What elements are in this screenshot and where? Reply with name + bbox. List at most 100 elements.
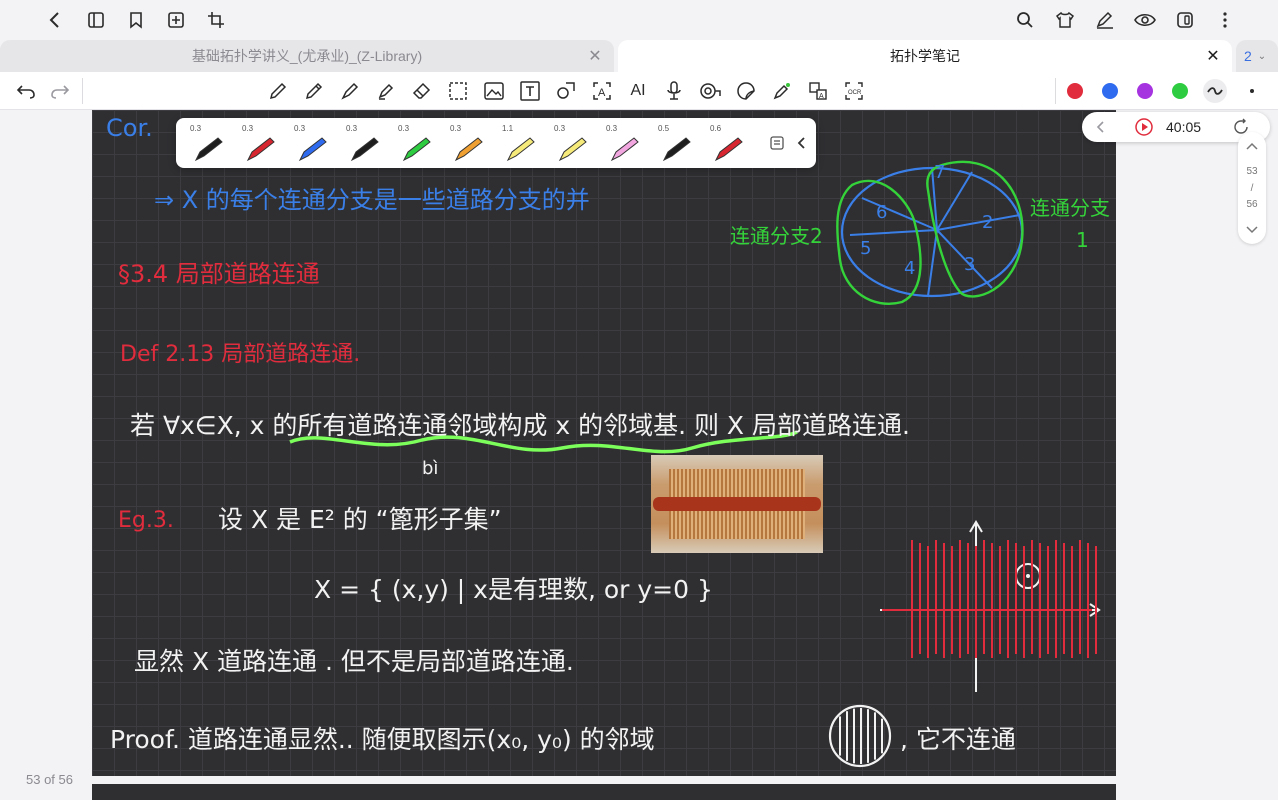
tab-textbook-label: 基础拓扑学讲义_(尤承业)_(Z-Library)	[191, 48, 423, 64]
total-pages: 56	[1246, 199, 1258, 210]
left-margin	[0, 110, 92, 800]
pen-size-label: 0.3	[190, 124, 202, 133]
sticker-icon[interactable]	[734, 79, 758, 103]
pen-size-label: 0.3	[554, 124, 566, 133]
bookmark-icon[interactable]	[124, 8, 148, 32]
timer-text: 40:05	[1166, 119, 1202, 135]
add-page-icon[interactable]	[164, 8, 188, 32]
play-icon[interactable]	[1134, 117, 1154, 137]
pinyin-note: bì	[422, 458, 439, 479]
sector-label: 6	[876, 202, 888, 223]
note-canvas[interactable]: Cor. ⇒ X 的每个连通分支是一些道路分支的并 连通分支2 连通分支 1 6…	[92, 110, 1116, 776]
svg-text:A: A	[819, 93, 824, 100]
pen-size-label: 0.3	[398, 124, 410, 133]
laser-pointer-icon[interactable]	[770, 79, 794, 103]
translate-icon[interactable]: A	[806, 79, 830, 103]
pen-preset[interactable]: 0.3	[548, 124, 598, 164]
pen-preset[interactable]: 0.3	[392, 124, 442, 164]
pen-size-label: 0.3	[294, 124, 306, 133]
cor-label: Cor.	[106, 114, 153, 142]
collapse-chevron-icon[interactable]	[790, 132, 812, 154]
pen-mode-icon[interactable]	[1093, 8, 1117, 32]
more-dot-icon[interactable]	[1240, 79, 1264, 103]
tab-textbook[interactable]: 基础拓扑学讲义_(尤承业)_(Z-Library) ✕	[0, 40, 614, 72]
pen-settings-icon[interactable]	[766, 132, 788, 154]
lasso-select-icon[interactable]	[446, 79, 470, 103]
pen-preset[interactable]: 0.3	[340, 124, 390, 164]
text-icon[interactable]	[518, 79, 542, 103]
sector-label: 3	[964, 254, 976, 275]
color-red-swatch[interactable]	[1067, 83, 1083, 99]
redo-icon[interactable]	[48, 79, 72, 103]
microphone-icon[interactable]	[662, 79, 686, 103]
diagram-label-right: 连通分支	[1030, 196, 1110, 220]
pen-preset[interactable]: 0.6	[704, 124, 754, 164]
pen-preset[interactable]: 0.5	[652, 124, 702, 164]
pen-preset[interactable]: 0.3	[288, 124, 338, 164]
pen-preset[interactable]: 0.3	[184, 124, 234, 164]
chevron-down-icon[interactable]	[1242, 220, 1262, 240]
drawing-toolbar: A AI A OCR	[0, 72, 1278, 110]
fountain-pen-icon[interactable]	[338, 79, 362, 103]
pen-preset[interactable]: 0.3	[444, 124, 494, 164]
page-label: 53 of 56	[26, 772, 73, 787]
back-icon[interactable]	[42, 8, 66, 32]
comb-photo[interactable]	[651, 455, 823, 553]
example-label: Eg.3.	[118, 508, 174, 533]
stroke-style-icon[interactable]	[1203, 79, 1227, 103]
theme-icon[interactable]	[1053, 8, 1077, 32]
remark-line: 显然 X 道路连通 . 但不是局部道路连通.	[134, 647, 574, 676]
definition-title: Def 2.13 局部道路连通.	[120, 342, 361, 367]
close-icon[interactable]: ✕	[586, 47, 604, 65]
more-icon[interactable]	[1213, 8, 1237, 32]
read-mode-icon[interactable]	[1133, 8, 1157, 32]
photo-comb-spine	[653, 497, 821, 511]
proof-line: Proof. 道路连通显然.. 随便取图示(x₀, y₀) 的邻域	[110, 725, 655, 754]
crop-icon[interactable]	[204, 8, 228, 32]
tape-icon[interactable]	[698, 79, 722, 103]
section-title: §3.4 局部道路连通	[118, 260, 320, 288]
split-view-icon[interactable]	[1173, 8, 1197, 32]
pen-icon[interactable]	[266, 79, 290, 103]
chevron-up-icon[interactable]	[1242, 136, 1262, 156]
tab-bar: 基础拓扑学讲义_(尤承业)_(Z-Library) ✕ 拓扑学笔记 ✕ 2 ⌄	[0, 40, 1278, 72]
pen-tray: 0.6 0.5 0.3 0.3 1.1 0.3 0.3 0.3 0.3 0.3 0.3	[176, 118, 816, 168]
shape-icon[interactable]	[554, 79, 578, 103]
image-icon[interactable]	[482, 79, 506, 103]
outline-icon[interactable]	[84, 8, 108, 32]
chevron-down-icon: ⌄	[1257, 50, 1267, 62]
page-scroller[interactable]: 53 / 56	[1238, 132, 1266, 244]
highlighter-icon[interactable]	[374, 79, 398, 103]
text-recognition-icon[interactable]: A	[590, 79, 614, 103]
search-icon[interactable]	[1013, 8, 1037, 32]
pen-icon	[402, 137, 431, 162]
undo-icon[interactable]	[14, 79, 38, 103]
sector-label: 4	[904, 258, 916, 279]
definition-body: 若 ∀x∈X, x 的所有道路连通邻域构成 x 的邻域基. 则 X 局部道路连通…	[130, 411, 910, 440]
pen-icon	[662, 137, 691, 162]
pen-preset[interactable]: 0.3	[600, 124, 650, 164]
close-icon[interactable]: ✕	[1204, 47, 1222, 65]
color-purple-swatch[interactable]	[1137, 83, 1153, 99]
set-definition: X = { (x,y) | x是有理数, or y=0 }	[314, 575, 713, 604]
ocr-icon[interactable]: OCR	[842, 79, 866, 103]
pen-icon	[506, 137, 535, 162]
chevron-left-icon[interactable]	[1090, 117, 1110, 137]
pen-size-label: 0.6	[710, 124, 722, 133]
pen-size-label: 0.3	[346, 124, 358, 133]
diagram-label-left: 连通分支2	[730, 224, 823, 248]
color-green-swatch[interactable]	[1172, 83, 1188, 99]
color-blue-swatch[interactable]	[1102, 83, 1118, 99]
tab-overflow[interactable]: 2 ⌄	[1236, 40, 1278, 72]
current-page: 53	[1246, 166, 1258, 177]
eraser-icon[interactable]	[410, 79, 434, 103]
diagram-label-right-num: 1	[1076, 228, 1089, 252]
pencil-icon[interactable]	[302, 79, 326, 103]
pen-preset[interactable]: 0.3	[236, 124, 286, 164]
pen-preset[interactable]: 1.1	[496, 124, 546, 164]
pen-icon	[454, 137, 483, 162]
pen-icon	[558, 137, 587, 162]
tab-notes[interactable]: 拓扑学笔记 ✕	[618, 40, 1232, 72]
ai-icon[interactable]: AI	[626, 79, 650, 103]
example-body: 设 X 是 E² 的 “篦形子集”	[218, 505, 502, 534]
